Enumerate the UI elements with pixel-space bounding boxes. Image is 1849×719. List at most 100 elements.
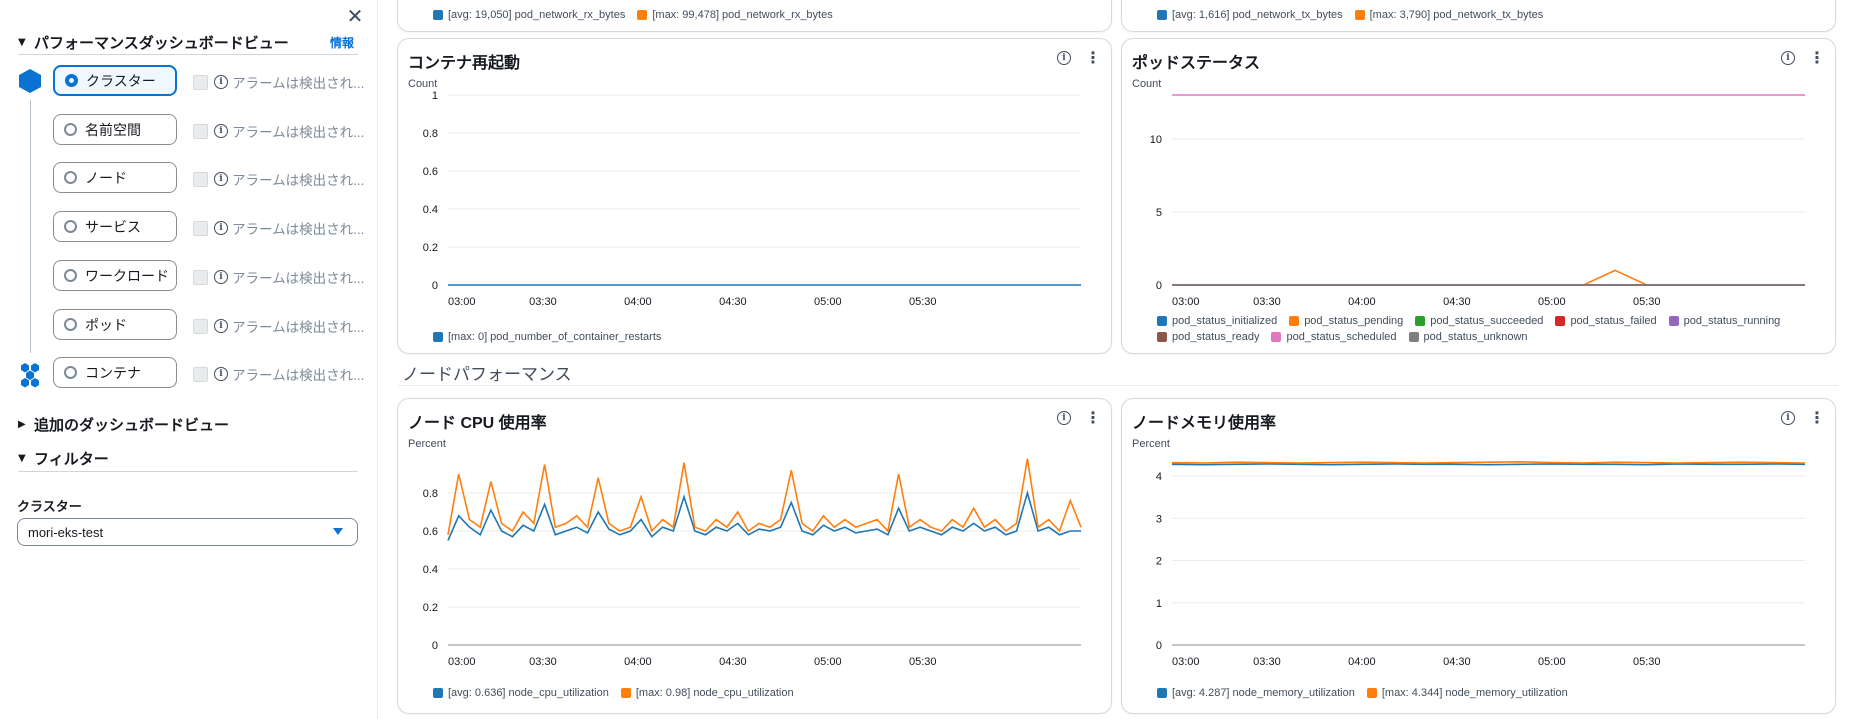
- alarm-text: アラームは検出され...: [232, 271, 365, 286]
- node-memory-panel: ノードメモリ使用率 i ⋮ Percent 0 1 2 3 4 03:00 03:30 04:0…: [1121, 398, 1836, 714]
- tree-connector: [30, 100, 31, 353]
- y-tick-label: 0.8: [423, 128, 438, 140]
- x-tick-label: 05:00: [814, 296, 842, 308]
- y-tick-label: 4: [1156, 471, 1162, 483]
- legend-item[interactable]: pod_status_pending: [1289, 315, 1403, 327]
- view-option-2[interactable]: ノード: [53, 162, 177, 193]
- legend-item[interactable]: pod_status_ready: [1157, 331, 1259, 343]
- legend-swatch: [637, 10, 648, 20]
- radio-icon: [65, 74, 78, 87]
- info-icon[interactable]: i: [1781, 411, 1795, 425]
- view-option-3[interactable]: サービス: [53, 211, 177, 242]
- legend-item[interactable]: [max: 0.98] node_cpu_utilization: [620, 687, 794, 699]
- container-restarts-panel: コンテナ再起動 i ⋮ Count 0 0.2 0.4 0.6 0.8 1 03:00 03:3…: [397, 38, 1112, 354]
- pod-status-panel: ポッドステータス i ⋮ Count 0 5 10 03:00 03:30 04:00 04:…: [1121, 38, 1836, 354]
- legend-item[interactable]: [max: 0] pod_number_of_container_restart…: [433, 331, 661, 343]
- legend-item[interactable]: pod_status_unknown: [1408, 331, 1528, 343]
- radio-icon: [64, 171, 77, 184]
- view-option-label: ポッド: [85, 316, 127, 333]
- view-option-5[interactable]: ポッド: [53, 309, 177, 340]
- close-icon[interactable]: ✕: [345, 6, 365, 26]
- y-tick-label: 0: [1156, 640, 1162, 652]
- view-option-0[interactable]: クラスター: [53, 65, 177, 96]
- view-option-4[interactable]: ワークロード: [53, 260, 177, 291]
- panel-title: ポッドステータス: [1132, 55, 1261, 72]
- view-option-1[interactable]: 名前空間: [53, 114, 177, 145]
- caret-down-icon: ▼: [18, 453, 26, 464]
- legend-swatch: [433, 332, 443, 342]
- legend-label: pod_status_pending: [1304, 315, 1404, 327]
- alarm-text: アラームは検出され...: [232, 125, 365, 140]
- info-icon[interactable]: i: [1781, 51, 1795, 65]
- view-option-label: 名前空間: [85, 121, 141, 138]
- x-tick-label: 03:30: [1253, 656, 1281, 668]
- legend-item[interactable]: pod_status_initialized: [1157, 315, 1277, 327]
- legend-item[interactable]: pod_status_failed: [1555, 315, 1657, 327]
- legend-swatch: [1668, 316, 1679, 326]
- legend-label: [avg: 19,050] pod_network_rx_bytes: [448, 9, 626, 21]
- x-tick-label: 03:00: [448, 296, 476, 308]
- x-tick-label: 03:00: [448, 656, 476, 668]
- filter-header[interactable]: ▼ フィルター: [18, 448, 109, 469]
- y-tick-label: 3: [1156, 513, 1162, 525]
- alarm-status: i アラームは検出され...: [193, 218, 364, 238]
- y-tick-label: 0.2: [423, 602, 438, 614]
- legend-item[interactable]: pod_status_running: [1668, 315, 1780, 327]
- cluster-select-value: mori-eks-test: [28, 524, 104, 540]
- node-memory-legend: [avg: 4.287] node_memory_utilization [max…: [1157, 687, 1568, 699]
- info-link[interactable]: 情報: [330, 34, 354, 51]
- series-line: [1171, 463, 1806, 466]
- series-line: [1172, 269, 1805, 286]
- x-tick-label: 05:30: [1633, 296, 1661, 308]
- more-options-icon[interactable]: ⋮: [1085, 50, 1101, 66]
- legend-item[interactable]: [avg: 19,050] pod_network_rx_bytes: [433, 9, 625, 21]
- dashboard-view-sidebar: ✕ ▼ パフォーマンスダッシュボードビュー 情報 クラスター i アラームは検出され…: [0, 0, 378, 719]
- perf-dashboard-view-header[interactable]: ▼ パフォーマンスダッシュボードビュー: [18, 32, 289, 53]
- legend-item[interactable]: [avg: 4.287] node_memory_utilization: [1157, 687, 1355, 699]
- additional-views-title: 追加のダッシュボードビュー: [34, 416, 230, 434]
- legend-item[interactable]: [avg: 0.636] node_cpu_utilization: [433, 687, 609, 699]
- pod-status-legend: pod_status_initialized pod_status_pending…: [1157, 315, 1817, 343]
- legend-label: pod_status_scheduled: [1286, 331, 1397, 343]
- alarm-status: i アラームは検出され...: [193, 364, 364, 384]
- view-option-6[interactable]: コンテナ: [53, 357, 177, 388]
- alarm-text: アラームは検出され...: [232, 320, 365, 335]
- info-icon[interactable]: i: [1057, 411, 1071, 425]
- legend-swatch: [1289, 316, 1300, 326]
- legend-swatch: [1157, 316, 1167, 326]
- legend-item[interactable]: [max: 4.344] node_memory_utilization: [1366, 687, 1568, 699]
- view-option-label: クラスター: [86, 72, 156, 89]
- legend-item[interactable]: pod_status_succeeded: [1415, 315, 1543, 327]
- info-icon: i: [214, 172, 228, 186]
- y-tick-label: 0.6: [423, 526, 438, 538]
- legend-item[interactable]: [avg: 1,616] pod_network_tx_bytes: [1157, 9, 1343, 21]
- y-axis-label: Count: [408, 78, 437, 90]
- legend-item[interactable]: [max: 99,478] pod_network_rx_bytes: [637, 9, 833, 21]
- pod-status-chart: Count 0 5 10 03:00 03:30 04:00 04:30 05:00 05:30: [1132, 78, 1805, 308]
- panel-title: ノード CPU 使用率: [408, 415, 547, 432]
- node-cpu-chart: Percent 0 0.2 0.4 0.6 0.8 03:00 03:30 04:00 04:30…: [408, 438, 1082, 668]
- y-tick-label: 0.4: [423, 204, 438, 216]
- cluster-select[interactable]: mori-eks-test: [17, 518, 358, 546]
- info-icon[interactable]: i: [1057, 51, 1071, 65]
- view-option-label: ワークロード: [85, 267, 169, 284]
- additional-views-header[interactable]: ▶ 追加のダッシュボードビュー: [18, 414, 229, 435]
- view-option-label: ノード: [85, 169, 127, 186]
- alarm-status: i アラームは検出され...: [193, 72, 364, 92]
- alarm-checkbox: [193, 123, 208, 139]
- x-tick-label: 05:00: [814, 656, 842, 668]
- view-option-label: サービス: [85, 218, 141, 235]
- view-option-label: コンテナ: [85, 364, 141, 381]
- legend-item[interactable]: pod_status_scheduled: [1271, 331, 1397, 343]
- network-rx-legend: [avg: 19,050] pod_network_rx_bytes [max: …: [433, 9, 833, 21]
- more-options-icon[interactable]: ⋮: [1809, 50, 1825, 66]
- legend-label: [avg: 4.287] node_memory_utilization: [1172, 687, 1355, 699]
- legend-swatch: [433, 688, 443, 698]
- legend-item[interactable]: [max: 3,790] pod_network_tx_bytes: [1354, 9, 1543, 21]
- x-tick-label: 05:30: [1633, 656, 1661, 668]
- more-options-icon[interactable]: ⋮: [1085, 410, 1101, 426]
- more-options-icon[interactable]: ⋮: [1809, 410, 1825, 426]
- legend-swatch: [1157, 688, 1167, 698]
- radio-icon: [64, 269, 77, 282]
- info-icon: i: [214, 319, 228, 333]
